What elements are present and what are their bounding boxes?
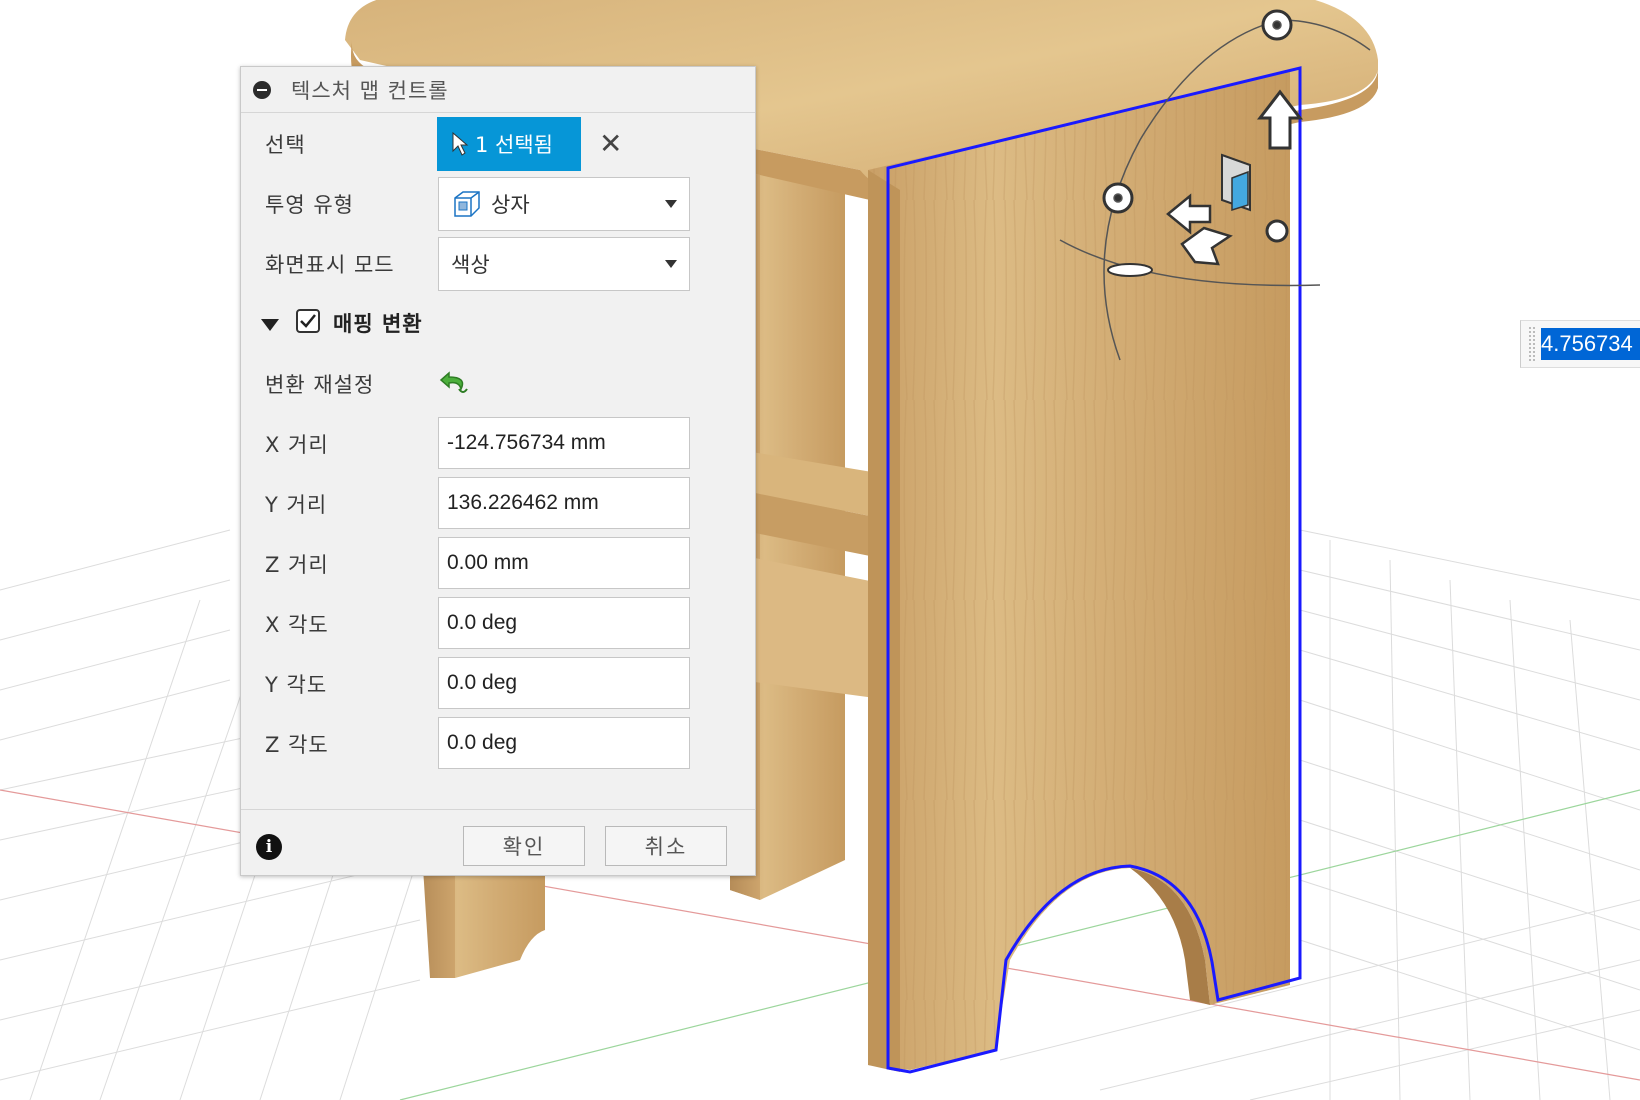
x-angle-input[interactable] — [438, 597, 690, 649]
y-distance-label: Y 거리 — [265, 493, 328, 517]
display-mode-row: 화면표시 모드 색상 — [241, 237, 755, 293]
texture-map-control-panel: 텍스처 맵 컨트롤 선택 1 선택됨 ✕ 투영 유형 상자 화면표시 모드 색상 — [240, 66, 756, 876]
clear-selection-icon[interactable]: ✕ — [599, 127, 622, 160]
y-angle-row: Y 각도 — [241, 657, 755, 713]
selection-count: 1 선택됨 — [475, 133, 553, 157]
reset-transform-row: 변환 재설정 — [241, 357, 755, 413]
cancel-button[interactable]: 취소 — [605, 826, 727, 866]
mapping-transform-label: 매핑 변환 — [333, 312, 423, 336]
x-distance-input[interactable] — [438, 417, 690, 469]
z-distance-label: Z 거리 — [265, 553, 329, 577]
z-angle-label: Z 각도 — [265, 733, 329, 757]
projection-type-dropdown[interactable]: 상자 — [438, 177, 690, 231]
z-distance-row: Z 거리 — [241, 537, 755, 593]
display-mode-value: 색상 — [451, 253, 490, 277]
box-projection-icon — [454, 191, 480, 217]
mapping-transform-group[interactable]: 매핑 변환 — [241, 297, 755, 353]
group-expand-icon[interactable] — [261, 319, 279, 331]
y-distance-input[interactable] — [438, 477, 690, 529]
y-angle-label: Y 각도 — [265, 673, 328, 697]
display-mode-label: 화면표시 모드 — [265, 253, 395, 277]
info-icon[interactable]: i — [256, 834, 282, 860]
projection-type-label: 투영 유형 — [265, 193, 354, 217]
x-distance-row: X 거리 — [241, 417, 755, 473]
projection-type-value: 상자 — [491, 193, 530, 217]
z-angle-row: Z 각도 — [241, 717, 755, 773]
panel-title: 텍스처 맵 컨트롤 — [291, 78, 449, 103]
mapping-transform-checkbox[interactable] — [296, 309, 320, 333]
selection-row: 선택 1 선택됨 ✕ — [241, 117, 755, 173]
panel-footer: i 확인 취소 — [241, 809, 755, 876]
chevron-down-icon — [665, 260, 677, 268]
x-angle-label: X 각도 — [265, 613, 329, 637]
reset-transform-label: 변환 재설정 — [265, 373, 375, 397]
cursor-arrow-icon — [452, 131, 469, 156]
panel-header[interactable]: 텍스처 맵 컨트롤 — [241, 67, 755, 113]
y-angle-input[interactable] — [438, 657, 690, 709]
x-distance-label: X 거리 — [265, 433, 329, 457]
inline-value-input[interactable]: 4.756734 — [1520, 320, 1640, 368]
chevron-down-icon — [665, 200, 677, 208]
x-angle-row: X 각도 — [241, 597, 755, 653]
inline-value-text[interactable]: 4.756734 — [1541, 328, 1640, 360]
projection-type-row: 투영 유형 상자 — [241, 177, 755, 233]
reset-undo-icon[interactable] — [437, 365, 471, 399]
selection-button[interactable]: 1 선택됨 — [437, 117, 581, 171]
y-distance-row: Y 거리 — [241, 477, 755, 533]
checkmark-icon — [300, 314, 316, 328]
ok-button[interactable]: 확인 — [463, 826, 585, 866]
display-mode-dropdown[interactable]: 색상 — [438, 237, 690, 291]
z-distance-input[interactable] — [438, 537, 690, 589]
z-angle-input[interactable] — [438, 717, 690, 769]
selection-label: 선택 — [265, 133, 306, 157]
collapse-icon[interactable] — [253, 80, 271, 99]
drag-handle-icon[interactable] — [1529, 327, 1535, 361]
